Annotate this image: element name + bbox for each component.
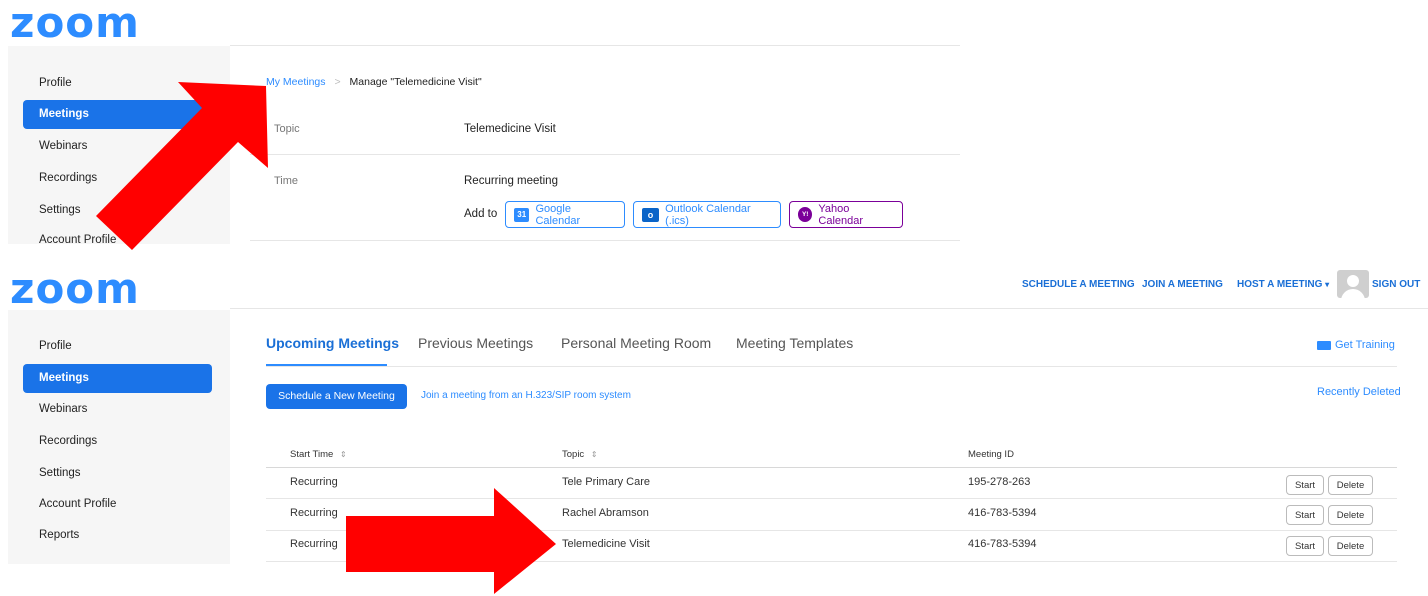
column-header-start-time[interactable]: Start Time ⇕ [290,449,347,460]
time-divider [250,240,960,241]
yahoo-calendar-label: Yahoo Calendar [818,202,864,227]
schedule-meeting-nav-link[interactable]: SCHEDULE A MEETING [1022,279,1135,290]
row-meeting-id: 416-783-5394 [968,538,1037,550]
sort-icon: ⇕ [590,450,598,459]
host-meeting-label: HOST A MEETING [1237,279,1323,290]
annotation-arrow-right [346,488,556,594]
sidebar-item-settings[interactable]: Settings [23,459,212,488]
delete-button[interactable]: Delete [1328,505,1373,525]
delete-button[interactable]: Delete [1328,536,1373,556]
row-start-time: Recurring [290,507,338,519]
breadcrumb-current: Manage "Telemedicine Visit" [349,76,482,88]
row-start-time: Recurring [290,538,338,550]
add-to-label: Add to [464,208,498,220]
header-divider [230,308,1428,309]
chevron-down-icon: ▾ [1325,280,1330,289]
row-topic-link[interactable]: Telemedicine Visit [562,538,650,550]
video-camera-icon [1317,340,1331,350]
avatar-head-icon [1347,275,1359,287]
host-meeting-nav-link[interactable]: HOST A MEETING ▾ [1237,279,1329,290]
get-training-link[interactable]: Get Training [1317,339,1395,351]
column-header-topic[interactable]: Topic ⇕ [562,449,598,460]
topic-divider [250,154,960,155]
topic-value: Telemedicine Visit [464,123,556,135]
tab-meeting-templates[interactable]: Meeting Templates [736,335,853,351]
annotation-arrow-up-left [96,82,268,250]
sign-out-link[interactable]: SIGN OUT [1372,279,1420,290]
row-topic-link[interactable]: Tele Primary Care [562,476,650,488]
breadcrumb: My Meetings > Manage "Telemedicine Visit… [266,76,482,88]
row-topic-link[interactable]: Rachel Abramson [562,507,649,519]
zoom-logo: zoom [10,0,140,47]
top-panel-border [230,45,960,46]
start-button[interactable]: Start [1286,536,1324,556]
column-header-meeting-id: Meeting ID [968,449,1014,460]
yahoo-icon: Y! [798,207,813,222]
tab-upcoming-meetings[interactable]: Upcoming Meetings [266,335,399,351]
tab-personal-meeting-room[interactable]: Personal Meeting Room [561,335,711,351]
avatar-body-icon [1341,289,1365,298]
topic-header-label: Topic [562,449,585,460]
breadcrumb-separator: > [334,76,341,88]
delete-button[interactable]: Delete [1328,475,1373,495]
row-meeting-id: 195-278-263 [968,476,1031,488]
sort-icon: ⇕ [339,450,347,459]
zoom-logo: zoom [10,264,140,313]
outlook-icon: o [642,207,660,222]
row-start-time: Recurring [290,476,338,488]
start-button[interactable]: Start [1286,505,1324,525]
sidebar-item-profile[interactable]: Profile [23,332,212,361]
outlook-calendar-label: Outlook Calendar (.ics) [665,202,751,227]
google-calendar-icon: 31 [514,207,530,222]
outlook-calendar-button[interactable]: o Outlook Calendar (.ics) [633,201,781,228]
sidebar-item-meetings[interactable]: Meetings [23,364,212,393]
start-button[interactable]: Start [1286,475,1324,495]
join-room-system-link[interactable]: Join a meeting from an H.323/SIP room sy… [421,390,631,401]
time-value: Recurring meeting [464,175,558,187]
get-training-label: Get Training [1335,339,1395,351]
schedule-new-meeting-button[interactable]: Schedule a New Meeting [266,384,407,409]
sidebar-item-recordings[interactable]: Recordings [23,427,212,456]
sidebar-item-webinars[interactable]: Webinars [23,395,212,424]
tab-previous-meetings[interactable]: Previous Meetings [418,335,533,351]
table-header-divider [266,467,1397,468]
join-meeting-nav-link[interactable]: JOIN A MEETING [1142,279,1223,290]
avatar[interactable] [1337,270,1369,298]
sidebar-item-reports[interactable]: Reports [23,521,212,550]
google-calendar-label: Google Calendar [535,202,581,227]
yahoo-calendar-button[interactable]: Y! Yahoo Calendar [789,201,903,228]
sidebar-item-account-profile[interactable]: Account Profile [23,490,212,519]
tabs-divider [266,366,1397,367]
google-calendar-button[interactable]: 31 Google Calendar [505,201,625,228]
row-meeting-id: 416-783-5394 [968,507,1037,519]
start-time-header-label: Start Time [290,449,334,460]
recently-deleted-link[interactable]: Recently Deleted [1317,386,1401,398]
